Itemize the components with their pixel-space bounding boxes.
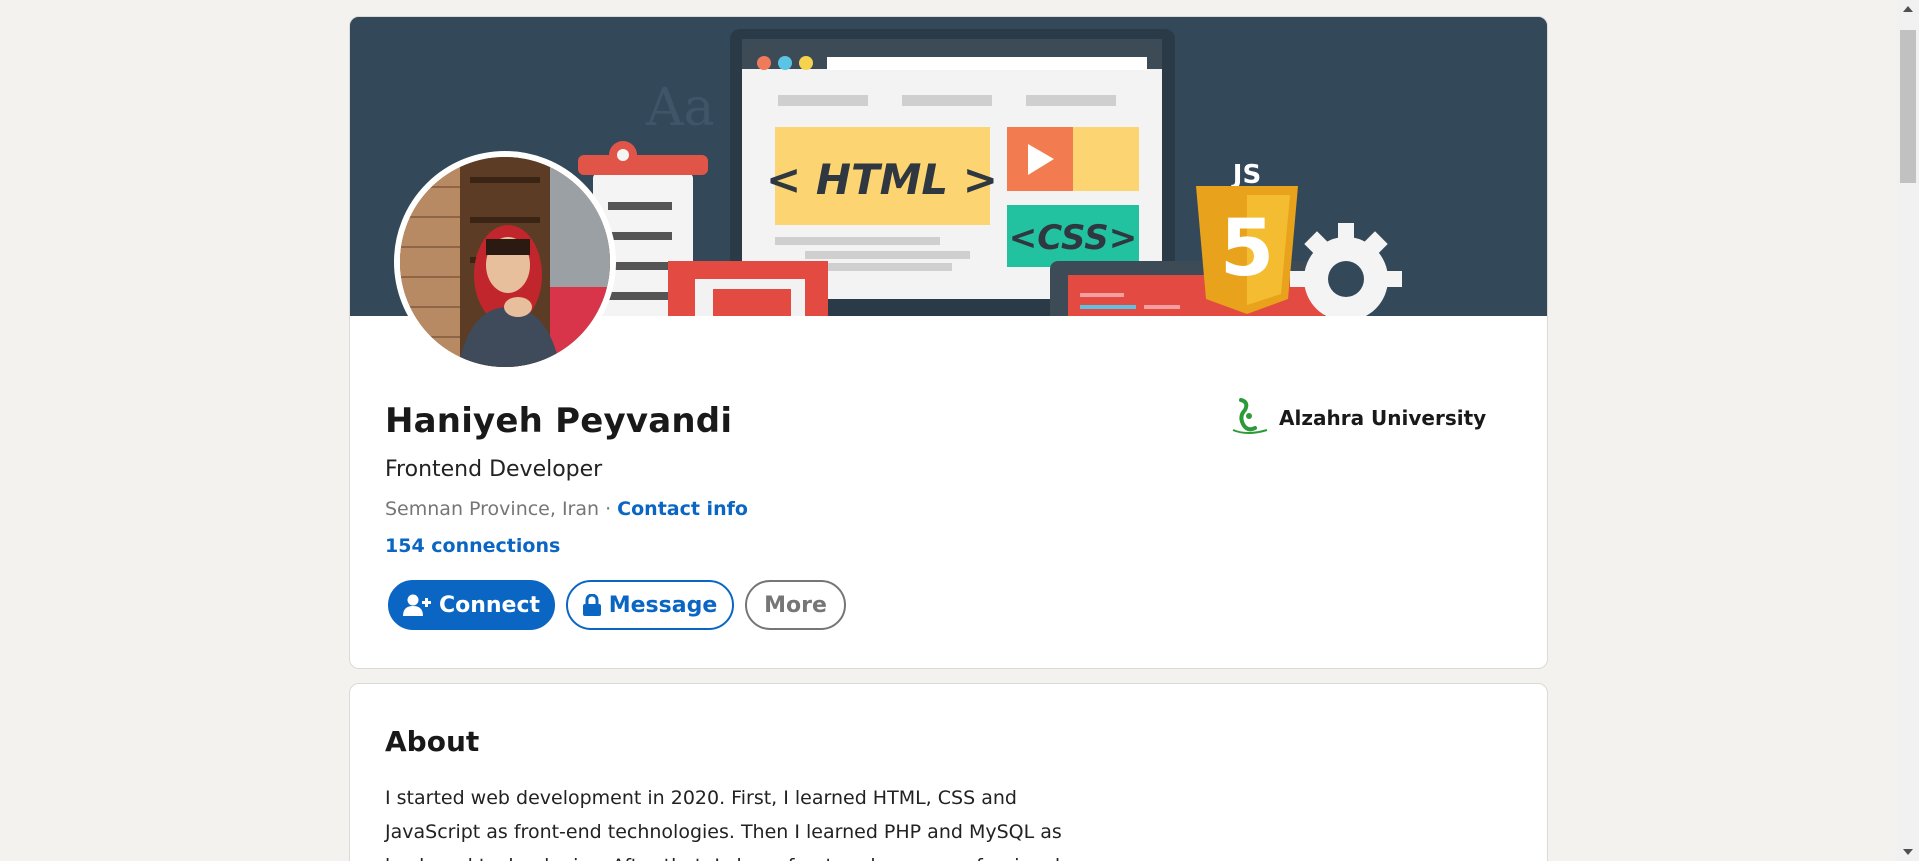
university-logo bbox=[1232, 398, 1268, 434]
connections-link[interactable]: 154 connections bbox=[385, 535, 560, 557]
banner-font-sample: Aa bbox=[645, 78, 715, 138]
about-card: About I started web development in 2020.… bbox=[349, 683, 1548, 861]
about-text: I started web development in 2020. First… bbox=[385, 787, 1062, 861]
scroll-up-icon[interactable] bbox=[1903, 6, 1913, 12]
lock-icon bbox=[582, 594, 601, 616]
message-button[interactable]: Message bbox=[566, 580, 734, 630]
message-button-label: Message bbox=[608, 592, 718, 618]
location-separator: · bbox=[599, 498, 618, 520]
profile-location: Semnan Province, Iran bbox=[385, 498, 600, 520]
avatar-photo bbox=[400, 157, 610, 367]
contact-info-link[interactable]: Contact info bbox=[617, 498, 748, 520]
education-link[interactable]: Alzahra University bbox=[1227, 396, 1486, 440]
profile-name: Haniyeh Peyvandi bbox=[385, 401, 733, 441]
page-scrollbar[interactable] bbox=[1897, 0, 1919, 861]
profile-headline: Frontend Developer bbox=[385, 457, 603, 482]
banner-five-label: 5 bbox=[1220, 204, 1274, 294]
profile-card: Aa < HTML > <CSS> JS 5 Haniyeh Peyvandi … bbox=[349, 16, 1548, 669]
scroll-thumb[interactable] bbox=[1900, 30, 1916, 183]
add-person-icon bbox=[402, 594, 431, 616]
connect-button[interactable]: Connect bbox=[388, 580, 555, 630]
profile-location-line: Semnan Province, Iran · Contact info bbox=[385, 498, 748, 520]
more-button[interactable]: More bbox=[745, 580, 846, 630]
banner-css-label: <CSS> bbox=[1009, 218, 1137, 258]
connect-button-label: Connect bbox=[438, 592, 541, 618]
profile-avatar[interactable] bbox=[394, 151, 616, 373]
more-button-label: More bbox=[764, 592, 827, 618]
about-title: About bbox=[385, 725, 480, 758]
banner-js-label: JS bbox=[1231, 160, 1261, 190]
scroll-down-icon[interactable] bbox=[1903, 849, 1913, 855]
banner-html-label: < HTML > bbox=[766, 155, 998, 204]
education-name: Alzahra University bbox=[1279, 406, 1487, 430]
